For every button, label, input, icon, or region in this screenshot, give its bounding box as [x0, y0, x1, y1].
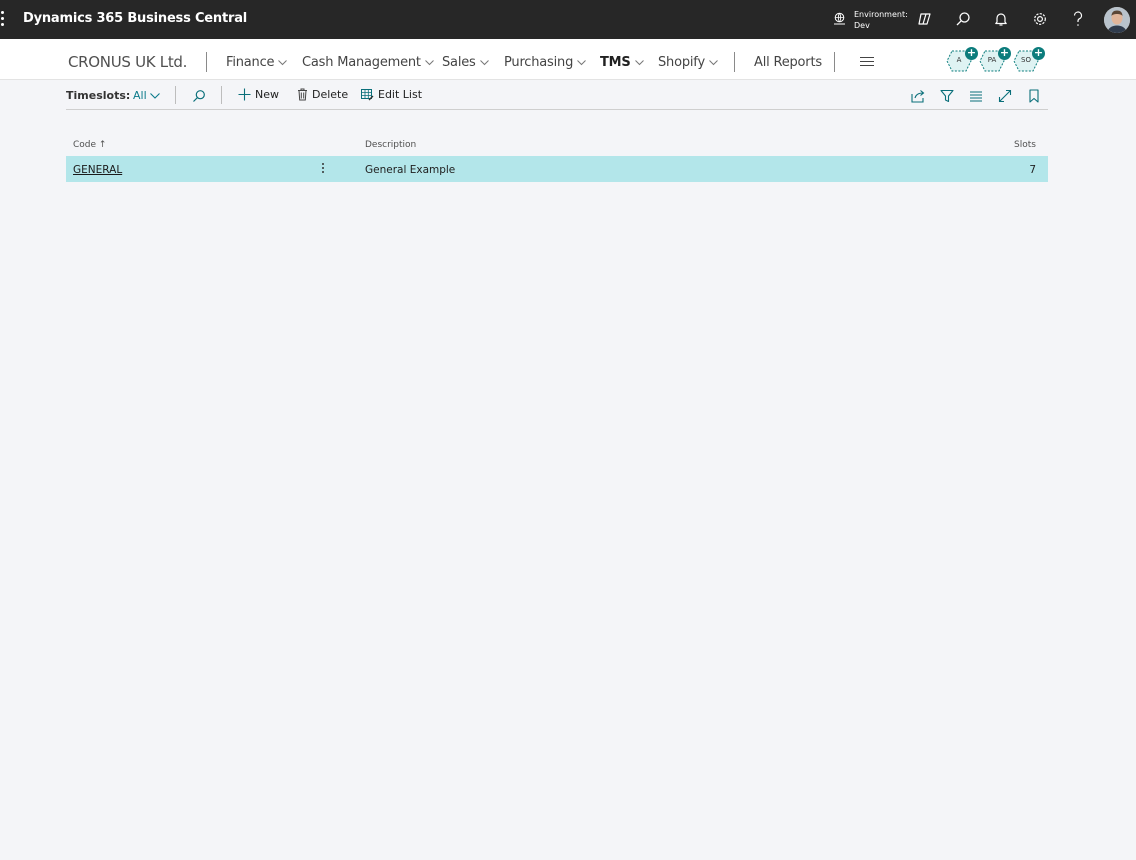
edit-list-button[interactable]: Edit List [361, 88, 422, 101]
app-bar: Dynamics 365 Business Central Environmen… [0, 0, 1136, 39]
chevron-down-icon [709, 59, 718, 65]
chevron-down-icon [479, 59, 489, 65]
timeslots-list: Code ↑ Description Slots GENERAL General… [66, 136, 1048, 182]
expand-icon[interactable] [998, 88, 1012, 103]
action-divider [221, 86, 222, 104]
hamburger-menu-icon[interactable] [860, 57, 874, 69]
bookmark-icon[interactable] [1028, 88, 1042, 103]
page-title: Timeslots: [66, 89, 131, 102]
nav-menu-shopify[interactable]: Shopify [658, 55, 718, 70]
bell-icon[interactable] [992, 10, 1010, 28]
nav-menu-label: Finance [226, 55, 275, 70]
copilot-icon[interactable] [916, 10, 934, 28]
all-reports-link[interactable]: All Reports [754, 55, 822, 70]
nav-menu-finance[interactable]: Finance [226, 55, 288, 70]
delete-button[interactable]: Delete [297, 88, 348, 101]
nav-divider [734, 52, 735, 72]
plus-icon: + [998, 46, 1011, 60]
view-filter-dropdown[interactable]: All [133, 89, 160, 102]
nav-divider [834, 52, 835, 72]
nav-menu-label: Cash Management [302, 55, 421, 70]
new-button-label: New [255, 88, 279, 101]
column-header-label: Code [73, 140, 97, 150]
column-header-description[interactable]: Description [365, 140, 416, 150]
company-name[interactable]: CRONUS UK Ltd. [68, 53, 187, 71]
share-icon[interactable] [911, 88, 925, 103]
nav-menu-label: TMS [600, 55, 631, 70]
action-bar: Timeslots: All New Delete Edit List [66, 83, 1048, 110]
list-header: Code ↑ Description Slots [66, 136, 1048, 156]
column-header-code[interactable]: Code ↑ [73, 140, 106, 150]
table-row[interactable]: GENERAL General Example 7 [66, 156, 1048, 182]
navigation-bar: CRONUS UK Ltd. Finance Cash Management S… [0, 39, 1136, 80]
waffle-icon[interactable] [0, 11, 6, 29]
chevron-down-icon [577, 59, 586, 65]
nav-menu-tms[interactable]: TMS [600, 55, 644, 70]
edit-list-icon [361, 88, 374, 100]
chevron-down-icon [278, 59, 288, 65]
column-header-slots[interactable]: Slots [1014, 140, 1036, 150]
chevron-down-icon [634, 59, 644, 65]
environment-value: Dev [854, 21, 870, 30]
plus-icon: + [965, 46, 978, 60]
environment-icon [834, 12, 845, 25]
delete-button-label: Delete [312, 88, 349, 101]
sort-ascending-icon: ↑ [98, 140, 107, 150]
action-divider [175, 86, 176, 104]
row-more-options-icon[interactable] [322, 163, 326, 177]
cell-slots: 7 [1029, 164, 1036, 176]
nav-menu-label: Shopify [658, 55, 705, 70]
quick-role-so[interactable]: SO + [1013, 47, 1045, 72]
environment-label: Environment: [854, 10, 908, 19]
chevron-down-icon [424, 59, 434, 65]
chevron-down-icon [149, 92, 160, 99]
list-view-icon[interactable] [969, 88, 983, 102]
nav-menu-label: Purchasing [504, 55, 574, 70]
filter-icon[interactable] [940, 88, 954, 103]
view-filter-label: All [133, 89, 147, 102]
new-button[interactable]: New [238, 88, 279, 101]
nav-divider [206, 52, 207, 72]
nav-menu-purchasing[interactable]: Purchasing [504, 55, 586, 70]
cell-code[interactable]: GENERAL [73, 164, 122, 176]
nav-menu-sales[interactable]: Sales [442, 55, 489, 70]
plus-icon: + [1032, 46, 1045, 60]
user-avatar[interactable] [1104, 7, 1130, 33]
gear-icon[interactable] [1031, 10, 1049, 28]
search-icon[interactable] [192, 88, 206, 107]
quick-role-a[interactable]: A + [946, 47, 978, 72]
cell-description: General Example [365, 164, 456, 176]
help-icon[interactable] [1069, 10, 1087, 28]
edit-list-button-label: Edit List [378, 88, 423, 101]
nav-menu-cash-management[interactable]: Cash Management [302, 55, 434, 70]
plus-icon [238, 88, 251, 101]
app-title[interactable]: Dynamics 365 Business Central [23, 11, 247, 26]
quick-role-pa[interactable]: PA + [979, 47, 1011, 72]
search-icon[interactable] [954, 10, 972, 28]
nav-menu-label: Sales [442, 55, 476, 70]
trash-icon [298, 88, 307, 101]
